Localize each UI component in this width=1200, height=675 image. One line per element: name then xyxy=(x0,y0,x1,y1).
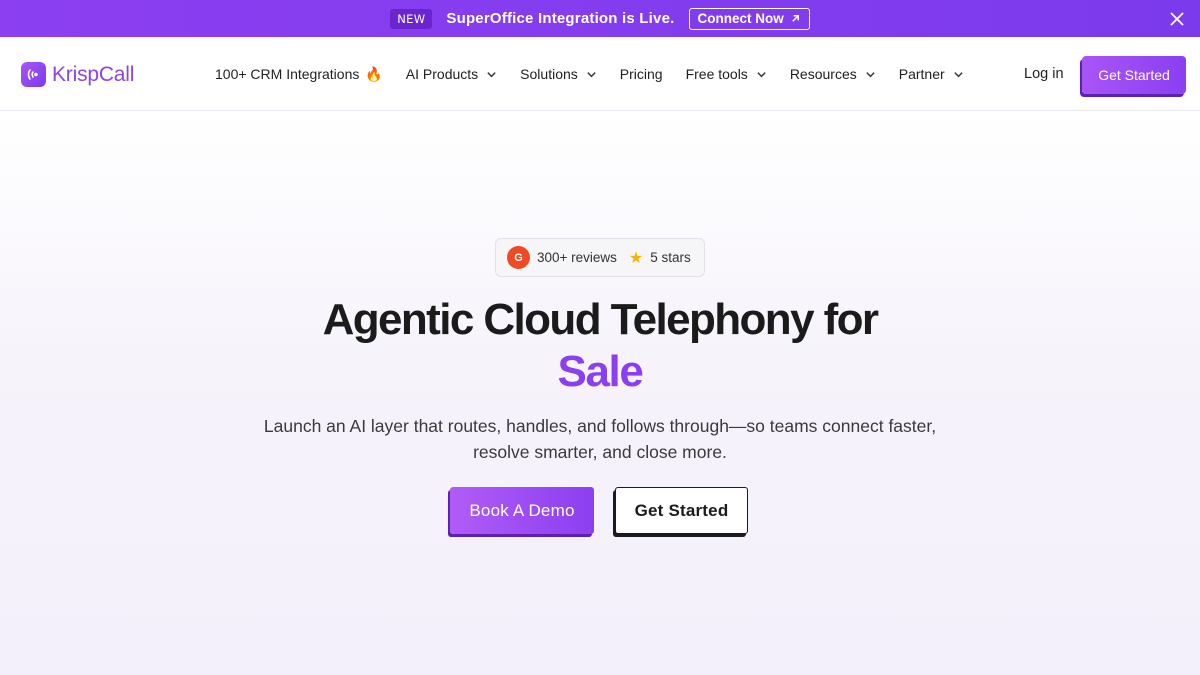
nav-item-crm-integrations[interactable]: 100+ CRM Integrations 🔥 xyxy=(215,66,383,83)
nav-item-solutions[interactable]: Solutions xyxy=(520,66,597,82)
main-nav: KrispCall 100+ CRM Integrations 🔥 AI Pro… xyxy=(0,37,1200,111)
nav-item-ai-products[interactable]: AI Products xyxy=(406,66,497,82)
book-demo-button[interactable]: Book A Demo xyxy=(450,487,594,534)
g2-icon: G xyxy=(507,246,530,269)
logo-text: KrispCall xyxy=(52,62,135,86)
chevron-down-icon xyxy=(587,71,596,77)
hero-subtitle: Launch an AI layer that routes, handles,… xyxy=(263,416,937,462)
connect-now-label: Connect Now xyxy=(697,11,784,26)
announcement-text: SuperOffice Integration is Live. xyxy=(446,10,675,27)
nav-item-label: Solutions xyxy=(520,66,578,82)
star-icon: ★ xyxy=(628,249,644,267)
krispcall-logo-icon xyxy=(21,62,46,87)
chevron-down-icon xyxy=(866,71,875,77)
nav-get-started-button[interactable]: Get Started xyxy=(1082,56,1186,94)
nav-item-label: AI Products xyxy=(405,66,479,82)
announcement-content: NEW SuperOffice Integration is Live. Con… xyxy=(390,7,810,30)
fire-icon: 🔥 xyxy=(365,65,383,82)
chevron-down-icon xyxy=(757,71,766,77)
connect-now-button[interactable]: Connect Now xyxy=(688,7,810,30)
arrow-up-right-icon xyxy=(791,15,799,22)
nav-item-free-tools[interactable]: Free tools xyxy=(686,66,767,82)
nav-item-pricing[interactable]: Pricing xyxy=(620,66,663,82)
nav-item-label: Free tools xyxy=(685,66,748,82)
hero-headline: Agentic Cloud Telephony for xyxy=(322,295,879,344)
stars-text: 5 stars xyxy=(650,250,691,265)
chevron-down-icon xyxy=(953,71,963,77)
new-badge: NEW xyxy=(390,8,433,29)
login-link[interactable]: Log in xyxy=(1024,66,1064,82)
reviews-count: 300+ reviews xyxy=(537,250,617,265)
announcement-bar: NEW SuperOffice Integration is Live. Con… xyxy=(0,0,1200,37)
hero-headline-accent: Sale xyxy=(557,347,644,396)
chevron-down-icon xyxy=(487,71,496,77)
reviews-badge: G 300+ reviews ★ 5 stars xyxy=(495,238,705,277)
nav-item-partner[interactable]: Partner xyxy=(899,66,964,82)
logo-link[interactable]: KrispCall xyxy=(21,62,134,87)
hero-section: G 300+ reviews ★ 5 stars Agentic Cloud T… xyxy=(0,111,1200,675)
nav-item-label: 100+ CRM Integrations xyxy=(215,66,360,82)
close-icon xyxy=(1170,12,1184,26)
nav-item-label: Pricing xyxy=(619,66,663,82)
close-announcement-button[interactable] xyxy=(1166,8,1188,30)
nav-menu: 100+ CRM Integrations 🔥 AI Products Solu… xyxy=(215,37,987,111)
hero-get-started-button[interactable]: Get Started xyxy=(615,487,748,534)
nav-item-label: Partner xyxy=(898,66,945,82)
nav-item-label: Resources xyxy=(789,66,857,82)
nav-item-resources[interactable]: Resources xyxy=(790,66,876,82)
